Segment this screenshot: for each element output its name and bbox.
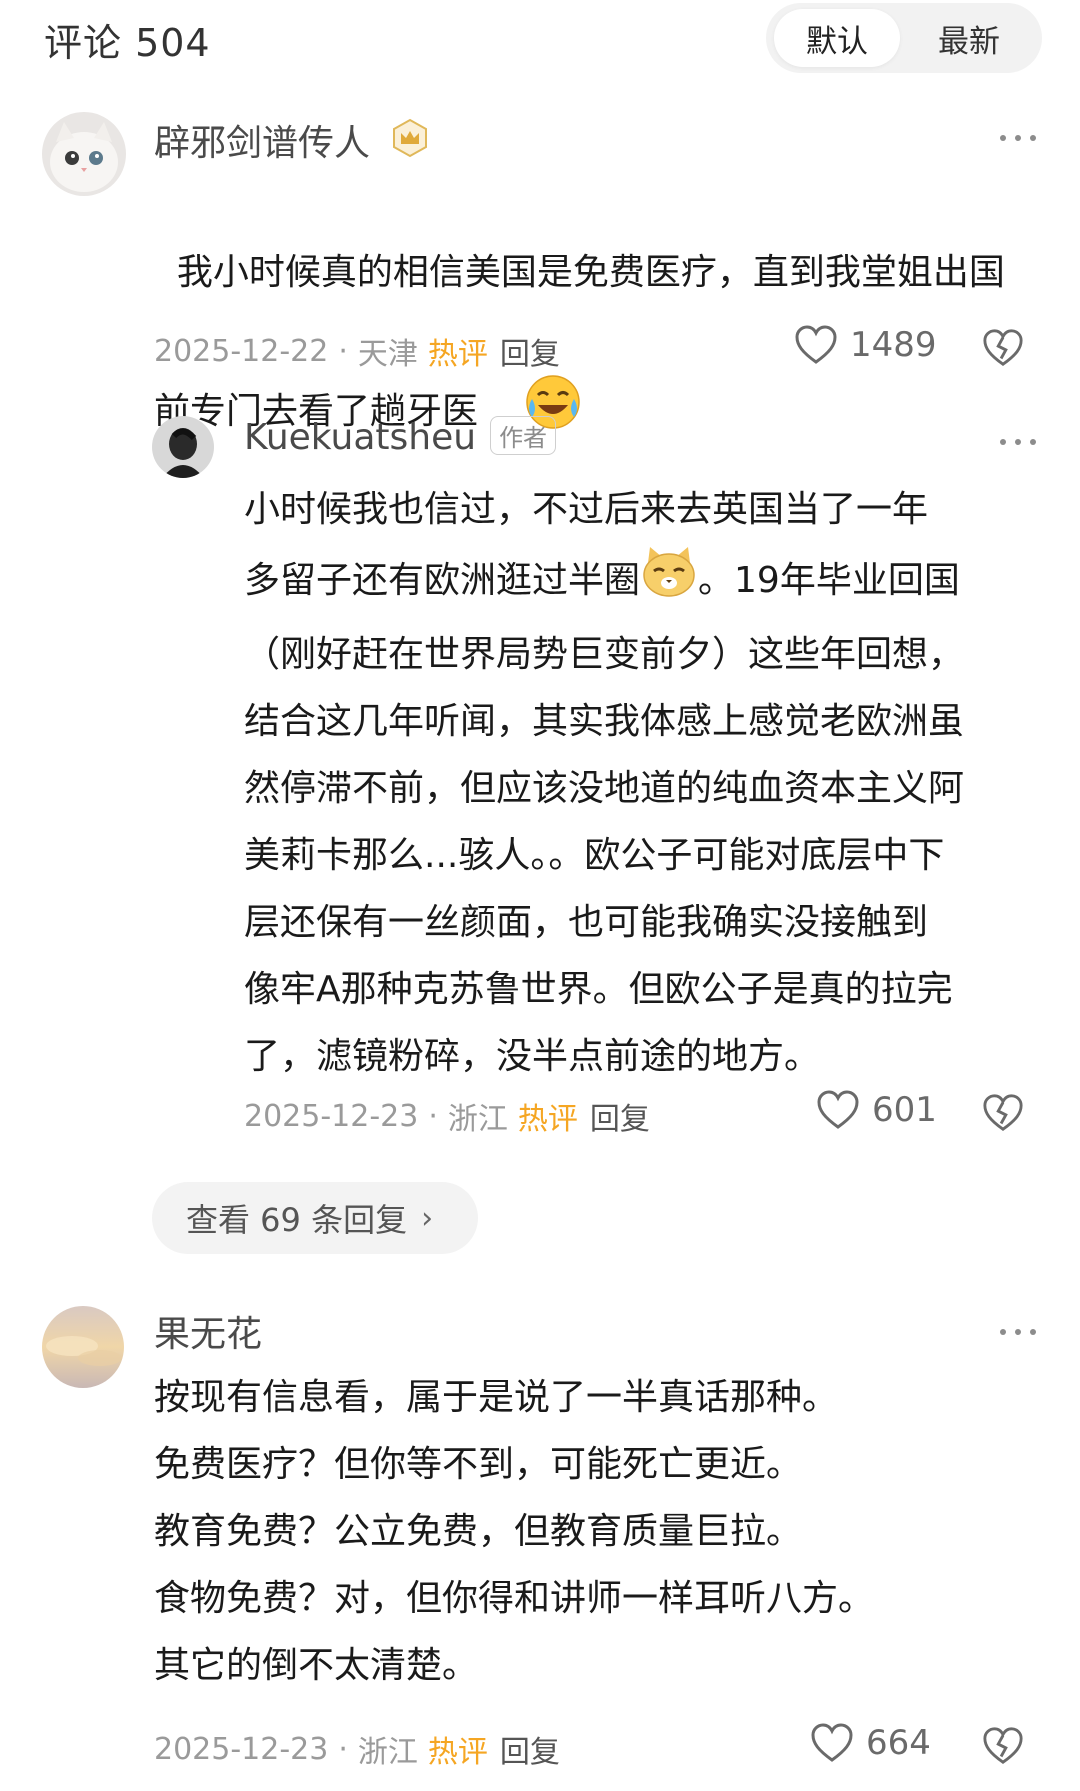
hot-comment-tag: 热评 (517, 1102, 578, 1137)
view-replies-label: 查看 69 条回复 (186, 1201, 408, 1239)
username-text: 辟邪剑谱传人 (154, 123, 371, 164)
more-options-icon[interactable] (1000, 132, 1036, 144)
reply-button[interactable]: 回复 (500, 329, 560, 373)
username[interactable]: 辟邪剑谱传人 (154, 114, 429, 170)
separator-dot: · (338, 1731, 348, 1767)
broken-heart-icon (983, 1094, 1023, 1131)
hot-comment-tag: 热评 (427, 1735, 488, 1770)
comments-count-title: 评论 504 (44, 21, 211, 65)
comment-location: 浙江 (357, 1735, 418, 1770)
hot-comment-tag: 热评 (427, 337, 488, 372)
comment-location: 天津 (357, 337, 418, 372)
separator-dot: · (338, 333, 348, 369)
sort-latest-tab[interactable]: 最新 (906, 9, 1032, 67)
comment-text: 按现有信息看，属于是说了一半真话那种。 免费医疗？但你等不到，可能死亡更近。 教… (154, 1377, 875, 1686)
comment-text: 小时候我也信过，不过后来去英国当了一年 多留子还有欧洲逛过半圈 。19年毕业回国… (244, 489, 965, 1077)
like-count: 601 (872, 1090, 937, 1130)
like-button[interactable]: 664 (810, 1723, 931, 1763)
dislike-button[interactable] (982, 1726, 1024, 1770)
username-text: 果无花 (154, 1314, 263, 1355)
username[interactable]: 果无花 (154, 1305, 262, 1357)
comment-meta: 2025-12-23 · 浙江 热评 回复 (154, 1727, 560, 1771)
comment-meta: 2025-12-22 · 天津 热评 回复 (154, 329, 560, 373)
dislike-button[interactable] (982, 1093, 1024, 1137)
separator-dot: · (428, 1098, 438, 1134)
username-text: Kuekuatsheu (244, 417, 477, 458)
like-count: 664 (866, 1723, 931, 1763)
reply-button[interactable]: 回复 (590, 1094, 650, 1138)
chevron-right-icon: › (421, 1200, 434, 1236)
avatar[interactable] (42, 112, 126, 196)
broken-heart-icon (983, 329, 1023, 366)
reply-button[interactable]: 回复 (500, 1727, 560, 1771)
avatar[interactable] (152, 416, 214, 478)
like-button[interactable]: 601 (816, 1090, 937, 1130)
comment-date: 2025-12-23 (154, 1731, 329, 1767)
cat-face-emoji-icon (640, 543, 698, 621)
crown-badge-icon (391, 118, 429, 167)
author-badge: 作者 (490, 415, 557, 455)
comment-location: 浙江 (447, 1102, 508, 1137)
sort-toggle: 默认 最新 (766, 3, 1042, 73)
like-button[interactable]: 1489 (794, 325, 937, 365)
heart-icon (795, 325, 837, 364)
comment-meta: 2025-12-23 · 浙江 热评 回复 (244, 1094, 650, 1138)
sort-default-tab[interactable]: 默认 (774, 9, 900, 67)
heart-icon (817, 1090, 859, 1129)
comment-date: 2025-12-23 (244, 1098, 419, 1134)
broken-heart-icon (983, 1727, 1023, 1764)
comment-date: 2025-12-22 (154, 333, 329, 369)
more-options-icon[interactable] (1000, 436, 1036, 448)
username[interactable]: Kuekuatsheu 作者 (244, 415, 557, 459)
view-replies-button[interactable]: 查看 69 条回复 › (152, 1182, 478, 1254)
avatar[interactable] (42, 1306, 124, 1388)
more-options-icon[interactable] (1000, 1326, 1036, 1338)
dislike-button[interactable] (982, 328, 1024, 372)
heart-icon (811, 1723, 853, 1762)
like-count: 1489 (850, 325, 937, 365)
